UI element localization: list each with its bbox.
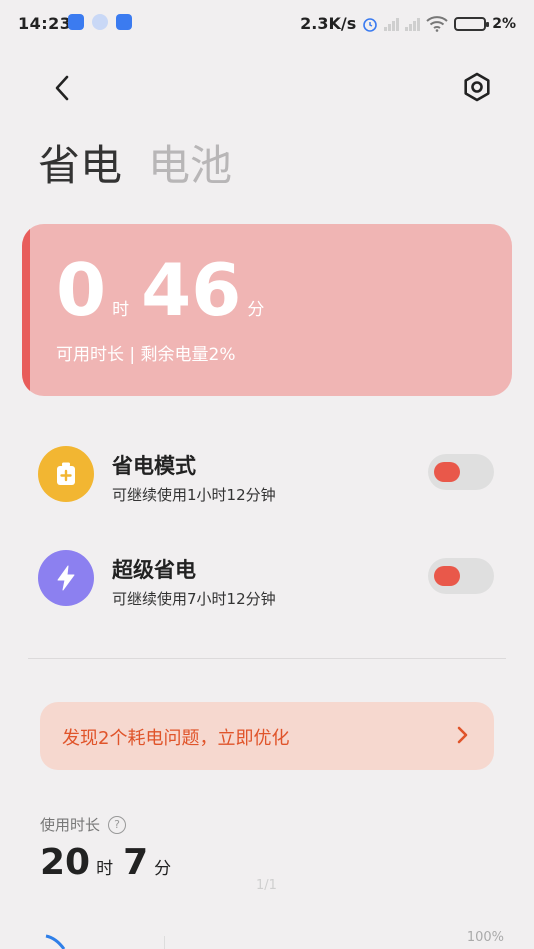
signal-1-icon bbox=[384, 17, 400, 31]
usage-hours-unit: 时 bbox=[96, 859, 114, 879]
tab-power-saving[interactable]: 省电 bbox=[38, 132, 122, 193]
status-bar: 14:23 2.3K/s 2% bbox=[0, 0, 534, 46]
ultra-power-saving-toggle[interactable] bbox=[428, 558, 494, 594]
assistant-notification-icon bbox=[92, 14, 108, 30]
usage-minutes: 7 bbox=[123, 842, 149, 883]
chevron-right-icon bbox=[457, 726, 468, 744]
message-notification-icon bbox=[116, 14, 132, 30]
battery-subtitle: 可用时长 | 剩余电量2% bbox=[56, 345, 236, 365]
section-divider bbox=[28, 658, 506, 659]
hours-unit: 时 bbox=[112, 300, 130, 320]
signal-2-icon bbox=[405, 17, 421, 31]
ultra-power-saving-row[interactable]: 超级省电 可继续使用7小时12分钟 bbox=[38, 548, 498, 608]
mode-icon-badge bbox=[38, 550, 94, 606]
mode-icon-badge bbox=[38, 446, 94, 502]
remaining-minutes: 46 bbox=[141, 248, 242, 332]
usage-hours: 20 bbox=[40, 842, 91, 883]
remaining-hours: 0 bbox=[56, 248, 107, 332]
app-notification-icon bbox=[68, 14, 84, 30]
help-icon[interactable]: ? bbox=[108, 815, 127, 834]
minutes-unit: 分 bbox=[247, 300, 265, 320]
back-button[interactable] bbox=[44, 70, 80, 106]
optimize-banner[interactable]: 发现2个耗电问题，立即优化 bbox=[40, 702, 494, 770]
battery-status-card: 0 时 46 分 可用时长 | 剩余电量2% bbox=[22, 224, 512, 396]
battery-icon bbox=[454, 16, 490, 31]
settings-button[interactable] bbox=[458, 68, 496, 106]
wifi-icon bbox=[426, 15, 448, 32]
toggle-knob bbox=[434, 462, 460, 482]
mode-title: 超级省电 bbox=[112, 558, 196, 582]
network-speed: 2.3K/s bbox=[300, 14, 357, 33]
mode-title: 省电模式 bbox=[112, 454, 196, 478]
tab-battery[interactable]: 电池 bbox=[148, 132, 232, 193]
lightning-icon bbox=[57, 565, 75, 591]
tab-bar: 省电 电池 bbox=[38, 132, 232, 193]
card-accent-bar bbox=[22, 224, 30, 396]
usage-label: 使用时长 ? bbox=[40, 814, 127, 835]
gear-icon bbox=[464, 72, 490, 102]
power-saving-mode-row[interactable]: 省电模式 可继续使用1小时12分钟 bbox=[38, 444, 498, 504]
toggle-knob bbox=[434, 566, 460, 586]
battery-plus-icon bbox=[57, 462, 75, 485]
page-indicator: 1/1 bbox=[256, 878, 277, 893]
chart-gridline bbox=[164, 936, 165, 949]
remaining-time: 0 时 46 分 bbox=[56, 254, 276, 326]
usage-duration: 20 时 7 分 bbox=[40, 842, 181, 883]
optimize-text: 发现2个耗电问题，立即优化 bbox=[62, 728, 290, 749]
usage-minutes-unit: 分 bbox=[154, 859, 172, 879]
chart-max-label: 100% bbox=[466, 930, 504, 945]
status-indicators: 2.3K/s 2% bbox=[300, 14, 516, 33]
mode-subtitle: 可继续使用1小时12分钟 bbox=[112, 486, 276, 504]
usage-label-text: 使用时长 bbox=[40, 816, 101, 834]
notification-icons bbox=[68, 14, 132, 30]
status-time: 14:23 bbox=[18, 14, 72, 33]
alarm-icon bbox=[363, 17, 378, 32]
power-saving-toggle[interactable] bbox=[428, 454, 494, 490]
back-arrow-icon bbox=[55, 75, 69, 101]
mode-subtitle: 可继续使用7小时12分钟 bbox=[112, 590, 276, 608]
battery-percent: 2% bbox=[492, 15, 516, 32]
usage-chart-line bbox=[45, 934, 66, 949]
